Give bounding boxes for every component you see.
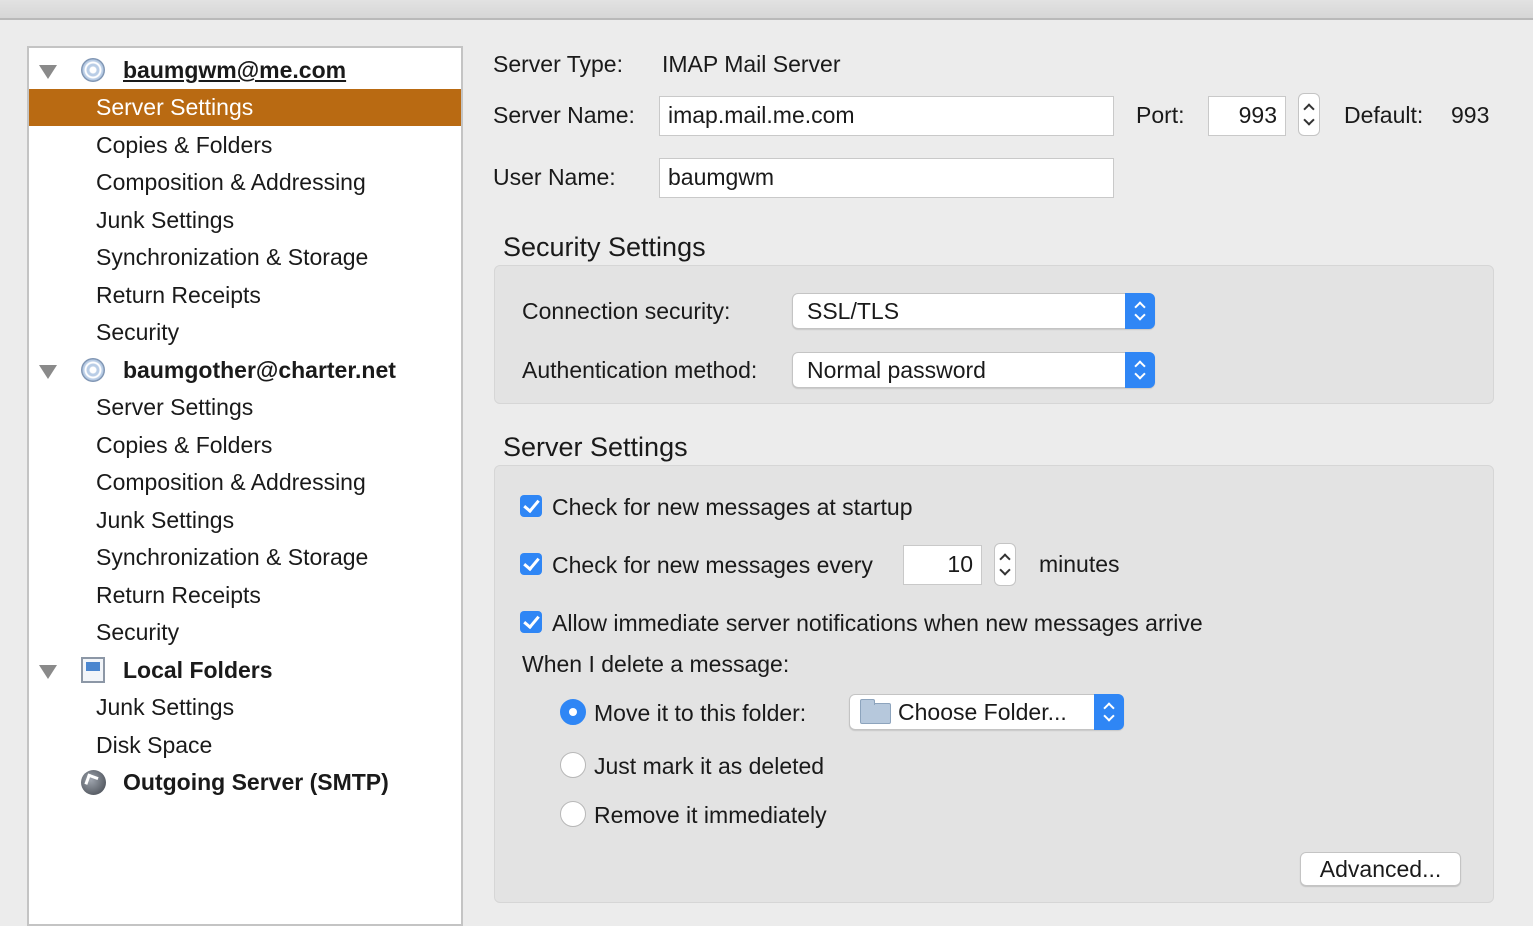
account-row-baumgother[interactable]: baumgother@charter.net	[29, 352, 461, 389]
check-startup-checkbox[interactable]	[520, 495, 542, 517]
mail-account-icon	[81, 358, 105, 382]
choose-folder-select[interactable]: Choose Folder...	[849, 694, 1124, 730]
outgoing-server-label: Outgoing Server (SMTP)	[123, 769, 389, 795]
user-name-label: User Name:	[493, 164, 616, 190]
server-name-label: Server Name:	[493, 102, 635, 128]
tree-item-label: Server Settings	[96, 394, 254, 420]
account-name: Local Folders	[123, 657, 273, 683]
connection-security-value: SSL/TLS	[807, 298, 900, 324]
security-settings-title: Security Settings	[503, 232, 706, 262]
check-interval-stepper[interactable]	[994, 543, 1016, 586]
tree-item-label: Synchronization & Storage	[96, 244, 369, 270]
auth-method-label: Authentication method:	[522, 357, 758, 383]
tree-item-label: Return Receipts	[96, 282, 261, 308]
tree-item-label: Copies & Folders	[96, 132, 273, 158]
tree-item-junk[interactable]: Junk Settings	[29, 689, 461, 726]
move-to-folder-label[interactable]: Move it to this folder:	[594, 699, 806, 727]
tree-item-composition[interactable]: Composition & Addressing	[29, 464, 461, 501]
move-to-folder-radio[interactable]	[560, 699, 586, 725]
select-arrows-icon	[1125, 293, 1155, 329]
remove-immediately-radio[interactable]	[560, 801, 586, 827]
tree-item-security[interactable]: Security	[29, 614, 461, 651]
connection-security-label: Connection security:	[522, 298, 731, 324]
user-name-field[interactable]: baumgwm	[659, 158, 1114, 198]
tree-item-label: Junk Settings	[96, 694, 235, 720]
window-top-edge	[0, 0, 1533, 20]
disclosure-triangle-icon[interactable]	[39, 65, 57, 79]
tree-item-label: Return Receipts	[96, 582, 261, 608]
allow-notifications-checkbox[interactable]	[520, 611, 542, 633]
default-port-label: Default:	[1344, 102, 1424, 128]
account-name: baumgwm@me.com	[123, 57, 347, 83]
tree-item-sync[interactable]: Synchronization & Storage	[29, 539, 461, 576]
connection-security-select[interactable]: SSL/TLS	[792, 293, 1155, 329]
tree-item-junk[interactable]: Junk Settings	[29, 202, 461, 239]
server-type-label: Server Type:	[493, 51, 623, 77]
disclosure-triangle-icon[interactable]	[39, 665, 57, 679]
tree-item-label: Disk Space	[96, 732, 213, 758]
tree-item-composition[interactable]: Composition & Addressing	[29, 164, 461, 201]
tree-item-label: Server Settings	[96, 94, 254, 120]
select-arrows-icon	[1094, 694, 1124, 730]
tree-item-label: Security	[96, 319, 180, 345]
server-name-field[interactable]: imap.mail.me.com	[659, 96, 1114, 136]
mark-deleted-label[interactable]: Just mark it as deleted	[594, 752, 824, 780]
auth-method-value: Normal password	[807, 357, 986, 383]
tree-item-copies-folders[interactable]: Copies & Folders	[29, 427, 461, 464]
check-interval-field[interactable]: 10	[903, 545, 982, 585]
tree-item-disk-space[interactable]: Disk Space	[29, 727, 461, 764]
account-row-baumgwm[interactable]: baumgwm@me.com	[29, 52, 461, 89]
account-row-local-folders[interactable]: Local Folders	[29, 652, 461, 689]
tree-item-copies-folders[interactable]: Copies & Folders	[29, 127, 461, 164]
tree-item-outgoing-server[interactable]: Outgoing Server (SMTP)	[29, 764, 461, 801]
local-folders-icon	[81, 657, 105, 683]
auth-method-select[interactable]: Normal password	[792, 352, 1155, 388]
tree-item-server-settings[interactable]: Server Settings	[29, 89, 461, 126]
port-field[interactable]: 993	[1208, 96, 1286, 136]
tree-item-junk[interactable]: Junk Settings	[29, 502, 461, 539]
server-settings-group	[494, 465, 1494, 903]
tree-item-label: Composition & Addressing	[96, 469, 366, 495]
check-startup-label[interactable]: Check for new messages at startup	[552, 493, 913, 521]
folder-icon	[860, 699, 891, 724]
tree-item-label: Security	[96, 619, 180, 645]
tree-item-label: Junk Settings	[96, 507, 235, 533]
tree-item-label: Copies & Folders	[96, 432, 273, 458]
tree-item-receipts[interactable]: Return Receipts	[29, 577, 461, 614]
tree-item-label: Synchronization & Storage	[96, 544, 369, 570]
select-arrows-icon	[1125, 352, 1155, 388]
account-tree[interactable]: baumgwm@me.com Server Settings Copies & …	[27, 46, 463, 926]
server-settings-title: Server Settings	[503, 432, 688, 462]
tree-item-server-settings[interactable]: Server Settings	[29, 389, 461, 426]
choose-folder-value: Choose Folder...	[898, 699, 1067, 725]
tree-item-label: Composition & Addressing	[96, 169, 366, 195]
port-stepper[interactable]	[1298, 93, 1320, 136]
delete-behavior-label: When I delete a message:	[522, 651, 790, 677]
mail-account-icon	[81, 58, 105, 82]
check-every-label[interactable]: Check for new messages every	[552, 551, 873, 579]
remove-immediately-label[interactable]: Remove it immediately	[594, 801, 827, 829]
minutes-label: minutes	[1039, 551, 1120, 577]
account-name: baumgother@charter.net	[123, 357, 396, 383]
check-every-checkbox[interactable]	[520, 553, 542, 575]
mark-deleted-radio[interactable]	[560, 752, 586, 778]
default-port-value: 993	[1451, 102, 1490, 128]
port-label: Port:	[1136, 102, 1185, 128]
tree-item-sync[interactable]: Synchronization & Storage	[29, 239, 461, 276]
outgoing-server-icon	[81, 770, 106, 795]
disclosure-triangle-icon[interactable]	[39, 365, 57, 379]
server-type-value: IMAP Mail Server	[662, 51, 841, 77]
tree-item-security[interactable]: Security	[29, 314, 461, 351]
tree-item-receipts[interactable]: Return Receipts	[29, 277, 461, 314]
tree-item-label: Junk Settings	[96, 207, 235, 233]
allow-notifications-label[interactable]: Allow immediate server notifications whe…	[552, 609, 1203, 637]
advanced-button[interactable]: Advanced...	[1300, 852, 1461, 886]
